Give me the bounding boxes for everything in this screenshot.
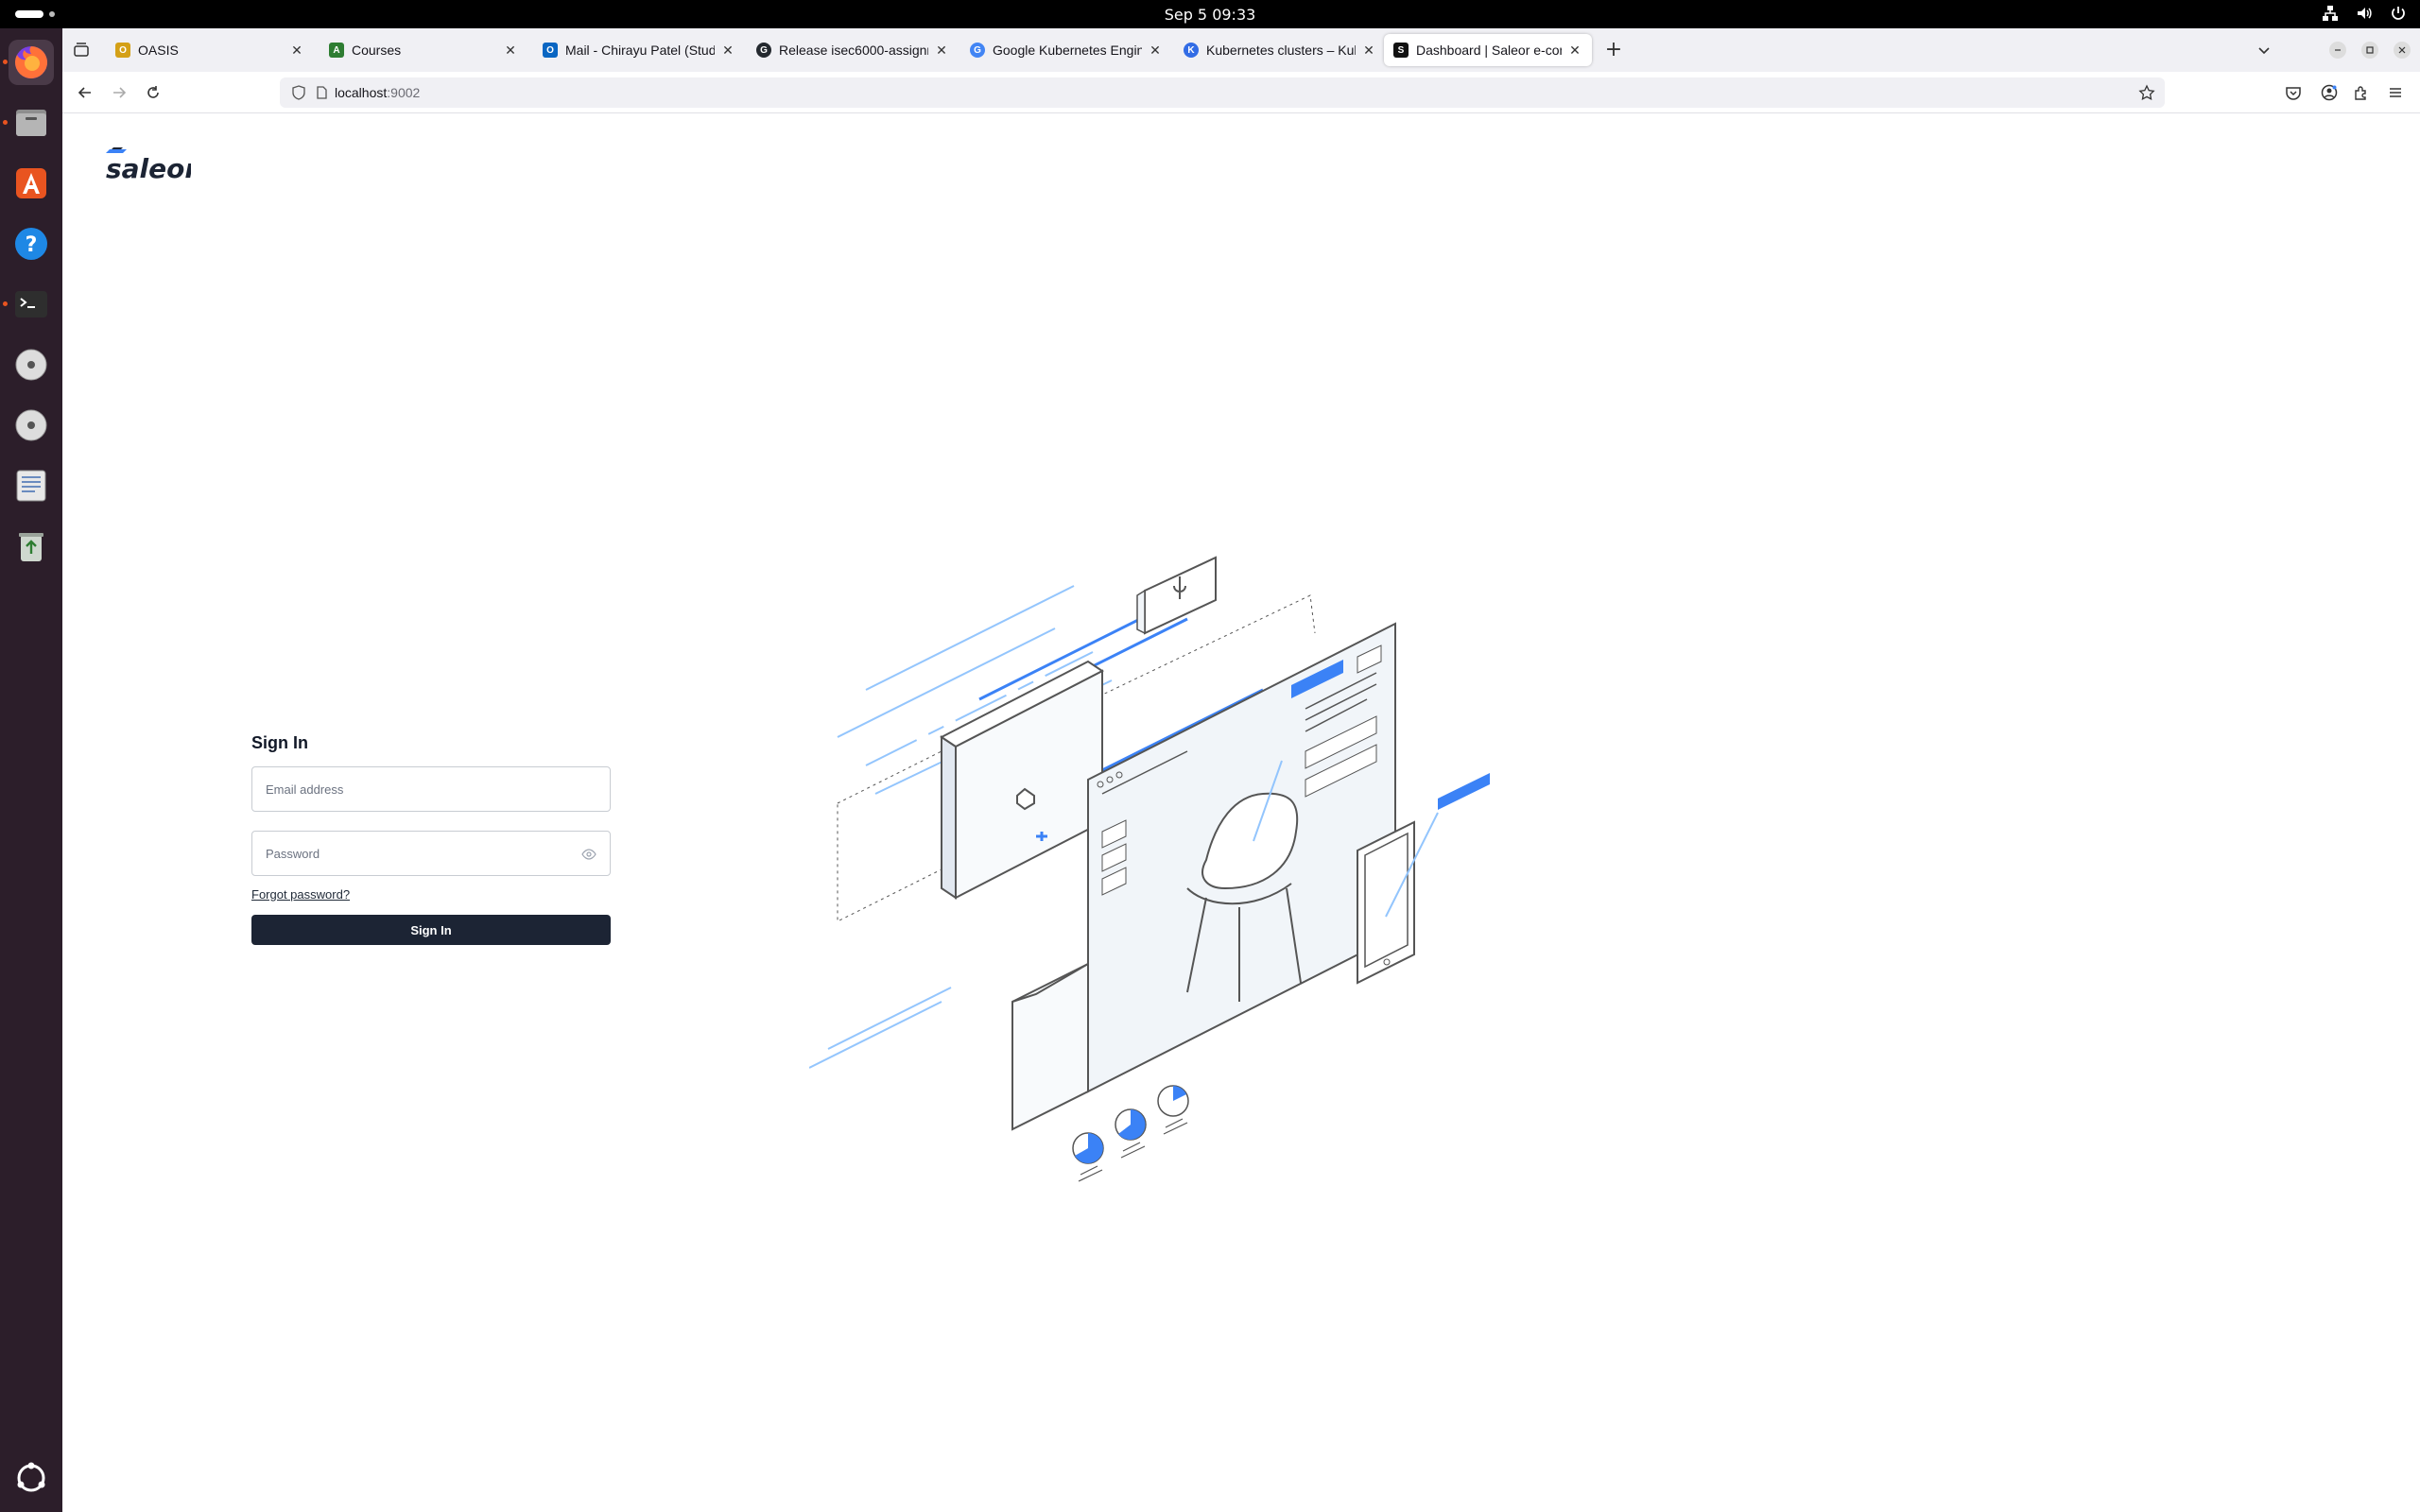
close-tab-icon[interactable]: ✕: [720, 43, 735, 59]
app-center-icon[interactable]: [9, 161, 54, 206]
pie-charts-decor: [1072, 1085, 1189, 1182]
shield-icon[interactable]: [291, 85, 306, 100]
sign-in-title: Sign In: [251, 733, 308, 752]
close-window-icon[interactable]: [2394, 42, 2411, 59]
tab-mail[interactable]: O Mail - Chirayu Patel (Stud ✕: [533, 34, 745, 66]
logo-text: saleor: [106, 153, 191, 183]
dock: ?: [0, 28, 62, 1512]
address-bar[interactable]: localhost:9002: [280, 77, 2165, 108]
system-top-bar: Sep 5 09:33: [0, 0, 2420, 28]
tab-saleor-dashboard[interactable]: S Dashboard | Saleor e-com ✕: [1384, 34, 1592, 66]
kubernetes-favicon-icon: K: [1184, 43, 1199, 58]
system-clock[interactable]: Sep 5 09:33: [0, 6, 2420, 24]
password-field[interactable]: [251, 831, 611, 876]
text-editor-icon[interactable]: [9, 463, 54, 508]
cube-panel: [940, 660, 1104, 900]
new-tab-button[interactable]: +: [1601, 38, 1626, 62]
reload-button[interactable]: [142, 81, 164, 104]
tab-kubernetes[interactable]: K Kubernetes clusters – Kul ✕: [1174, 34, 1386, 66]
close-tab-icon[interactable]: ✕: [1361, 43, 1376, 59]
network-icon[interactable]: [2322, 5, 2339, 22]
forward-button[interactable]: [108, 81, 130, 104]
close-tab-icon[interactable]: ✕: [503, 43, 518, 59]
tab-courses[interactable]: A Courses ✕: [320, 34, 527, 66]
github-favicon-icon: G: [756, 43, 771, 58]
extensions-icon[interactable]: [2350, 81, 2373, 104]
page-info-icon[interactable]: [314, 85, 329, 100]
menu-icon[interactable]: [2384, 81, 2407, 104]
url-text[interactable]: localhost:9002: [335, 85, 420, 100]
minimize-window-icon[interactable]: [2329, 42, 2346, 59]
svg-text:?: ?: [26, 233, 38, 257]
browser-window: O OASIS ✕ A Courses ✕ O Mail - Chirayu P…: [62, 28, 2420, 1512]
close-tab-icon[interactable]: ✕: [289, 43, 304, 59]
courses-favicon-icon: A: [329, 43, 344, 58]
account-icon[interactable]: [2318, 81, 2341, 104]
forgot-password-link[interactable]: Forgot password?: [251, 887, 611, 902]
close-tab-icon[interactable]: ✕: [1567, 43, 1582, 59]
sign-in-form: Sign In Forgot password? Sign In: [251, 733, 611, 945]
tab-release[interactable]: G Release isec6000-assignm ✕: [747, 34, 959, 66]
pocket-icon[interactable]: [2282, 81, 2305, 104]
show-apps-icon[interactable]: [9, 1455, 54, 1501]
google-cloud-favicon-icon: G: [970, 43, 985, 58]
restore-window-icon[interactable]: [2361, 42, 2378, 59]
volume-icon[interactable]: [2356, 5, 2373, 22]
page-content: saleor Sign In Forgot password? Sign In: [62, 113, 2420, 1512]
show-password-eye-icon[interactable]: [581, 847, 596, 862]
disc-icon-2[interactable]: [9, 403, 54, 448]
tab-gke[interactable]: G Google Kubernetes Engin ✕: [960, 34, 1172, 66]
tab-oasis[interactable]: O OASIS ✕: [106, 34, 314, 66]
power-icon[interactable]: [2390, 5, 2407, 22]
terminal-icon[interactable]: [9, 282, 54, 327]
email-input[interactable]: [252, 767, 610, 811]
firefox-icon[interactable]: [9, 40, 54, 85]
sign-in-button[interactable]: Sign In: [251, 915, 611, 945]
microphone-box: [1136, 556, 1217, 635]
bookmark-star-icon[interactable]: [2138, 84, 2155, 101]
workspace-illustration: [809, 556, 1490, 1182]
saleor-logo: saleor: [100, 146, 199, 187]
main-screen: [1087, 622, 1396, 1093]
password-input[interactable]: [252, 832, 610, 875]
close-tab-icon[interactable]: ✕: [934, 43, 949, 59]
help-icon[interactable]: ?: [9, 221, 54, 266]
trash-icon[interactable]: [9, 524, 54, 569]
outlook-favicon-icon: O: [543, 43, 558, 58]
tab-bar: O OASIS ✕ A Courses ✕ O Mail - Chirayu P…: [62, 28, 2420, 72]
files-icon[interactable]: [9, 100, 54, 146]
saleor-favicon-icon: S: [1393, 43, 1409, 58]
tab-overview-icon[interactable]: [72, 41, 91, 60]
system-tray[interactable]: [2322, 5, 2407, 22]
list-all-tabs-icon[interactable]: [2256, 42, 2273, 59]
email-field[interactable]: [251, 766, 611, 812]
close-tab-icon[interactable]: ✕: [1148, 43, 1163, 59]
back-button[interactable]: [74, 81, 96, 104]
disc-icon[interactable]: [9, 342, 54, 387]
oasis-favicon-icon: O: [115, 43, 130, 58]
navigation-toolbar: localhost:9002: [62, 72, 2420, 113]
